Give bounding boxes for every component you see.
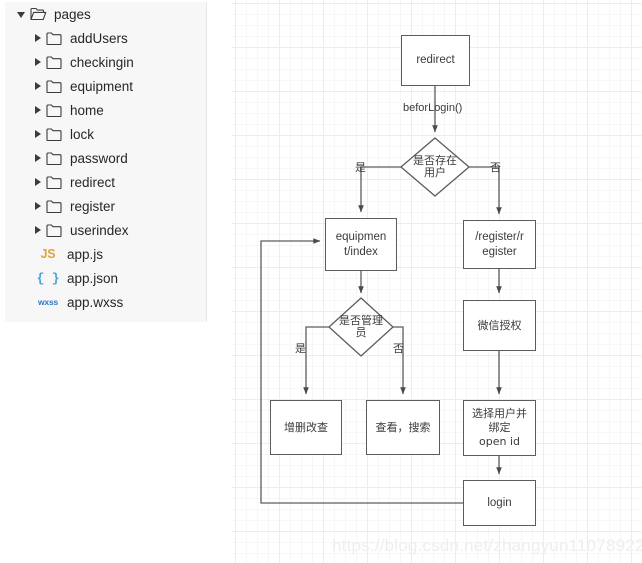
node-crud[interactable]: 增删改查 xyxy=(270,400,342,455)
node-register-page[interactable]: /register/r egister xyxy=(463,220,536,269)
tree-item-label: register xyxy=(70,198,116,214)
chevron-right-icon[interactable] xyxy=(31,79,45,93)
tree-item-label: app.wxss xyxy=(67,294,124,310)
folder-icon xyxy=(45,78,63,94)
json-file-icon: { } xyxy=(36,270,60,286)
tree-item-app-json[interactable]: { } app.json xyxy=(5,266,206,290)
chevron-right-icon[interactable] xyxy=(31,55,45,69)
file-list: JS app.js { } app.json wxss app.wxss xyxy=(5,242,206,314)
tree-item-addusers[interactable]: addUsers xyxy=(5,26,206,50)
tree-item-equipment[interactable]: equipment xyxy=(5,74,206,98)
node-wechat-auth[interactable]: 微信授权 xyxy=(463,300,536,351)
chevron-right-icon[interactable] xyxy=(31,127,45,141)
edge-label-is-admin-no: 否 xyxy=(393,342,404,355)
folder-icon xyxy=(45,150,63,166)
node-login[interactable]: login xyxy=(463,480,536,526)
tree-item-label: app.js xyxy=(67,246,104,262)
tree-item-app-js[interactable]: JS app.js xyxy=(5,242,206,266)
chevron-right-icon[interactable] xyxy=(31,223,45,237)
node-bind-openid[interactable]: 选择用户并 绑定 open id xyxy=(463,400,536,456)
screenshot-root: pages addUsers checkingin equipment home loc… xyxy=(0,0,642,563)
tree-item-label: checkingin xyxy=(70,54,134,70)
tree-item-home[interactable]: home xyxy=(5,98,206,122)
chevron-down-icon[interactable] xyxy=(15,7,29,21)
chevron-right-icon[interactable] xyxy=(31,103,45,117)
tree-item-label: redirect xyxy=(70,174,116,190)
tree-item-userindex[interactable]: userindex xyxy=(5,218,206,242)
tree-item-label: pages xyxy=(54,6,91,22)
tree-item-label: app.json xyxy=(67,270,119,286)
edge-label-befor-login: beforLogin() xyxy=(403,102,463,114)
node-equipment-index[interactable]: equipmen t/index xyxy=(325,218,397,271)
tree-item-password[interactable]: password xyxy=(5,146,206,170)
tree-item-label: addUsers xyxy=(70,30,128,46)
file-explorer-panel: pages addUsers checkingin equipment home loc… xyxy=(5,2,207,322)
decision-has-user-shape xyxy=(399,137,471,197)
folder-icon xyxy=(45,198,63,214)
node-view-search[interactable]: 查看，搜索 xyxy=(366,400,440,455)
folder-icon xyxy=(45,30,63,46)
chevron-right-icon[interactable] xyxy=(31,151,45,165)
tree-item-checkingin[interactable]: checkingin xyxy=(5,50,206,74)
edge-label-is-admin-yes: 是 xyxy=(295,342,306,355)
wxss-file-icon: wxss xyxy=(38,297,58,307)
chevron-right-icon[interactable] xyxy=(31,31,45,45)
edge-label-has-user-yes: 是 xyxy=(355,161,366,174)
folder-icon xyxy=(45,222,63,238)
js-file-icon: JS xyxy=(40,247,56,261)
tree-item-redirect[interactable]: redirect xyxy=(5,170,206,194)
chevron-right-icon[interactable] xyxy=(31,199,45,213)
node-redirect[interactable]: redirect xyxy=(401,35,470,86)
flowchart-canvas: redirect equipmen t/index /register/r eg… xyxy=(232,0,642,563)
folder-icon xyxy=(45,102,63,118)
tree-item-label: equipment xyxy=(70,78,134,94)
folder-icon xyxy=(45,126,63,142)
chevron-right-icon[interactable] xyxy=(31,175,45,189)
tree-item-label: userindex xyxy=(70,222,129,238)
tree-item-label: home xyxy=(70,102,104,118)
edge-label-has-user-no: 否 xyxy=(490,161,501,174)
folder-open-icon xyxy=(29,6,47,22)
tree-item-register[interactable]: register xyxy=(5,194,206,218)
tree-item-pages[interactable]: pages xyxy=(5,2,206,26)
folder-list: addUsers checkingin equipment home lock passw… xyxy=(5,26,206,242)
folder-icon xyxy=(45,54,63,70)
decision-is-admin-shape xyxy=(328,297,394,357)
tree-item-app-wxss[interactable]: wxss app.wxss xyxy=(5,290,206,314)
tree-item-label: lock xyxy=(70,126,95,142)
tree-item-lock[interactable]: lock xyxy=(5,122,206,146)
tree-item-label: password xyxy=(70,150,128,166)
watermark-text: https://blog.csdn.net/zhangyun1107892254 xyxy=(332,536,642,555)
folder-icon xyxy=(45,174,63,190)
